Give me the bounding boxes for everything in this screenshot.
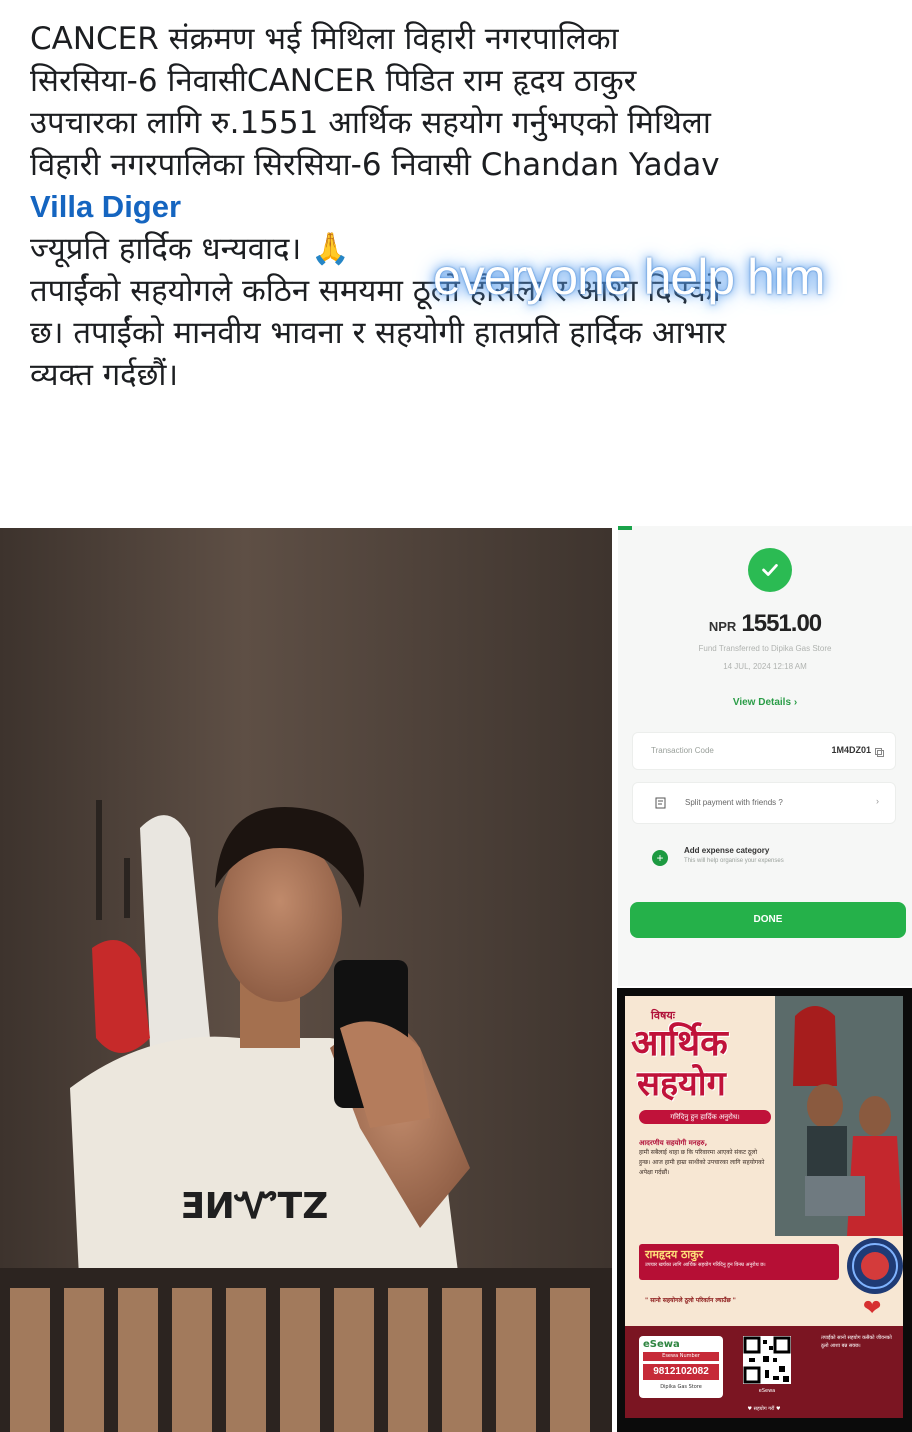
transaction-code-label: Transaction Code (651, 746, 714, 755)
poster-ribbon: गरिदिनु हुन हार्दिक अनुरोध। (639, 1110, 771, 1124)
poster-patient-name: रामहृदय ठाकुर (645, 1248, 704, 1261)
esewa-label: Esewa Number (643, 1352, 719, 1361)
poster-payment-footer: eSewa Esewa Number 9812102082 Dipika Gas… (625, 1326, 903, 1418)
post-line: सिरसिया-6 निवासीCANCER पिडित राम हृदय ठा… (30, 63, 637, 99)
split-payment-row[interactable]: Split payment with friends ? › (632, 782, 896, 824)
chevron-right-icon: › (793, 697, 798, 708)
poster-name-sub: उपचार खर्चका लागि आर्थिक सहयोग गरिदिनु ह… (645, 1262, 766, 1268)
success-check-icon (748, 548, 792, 592)
amount-currency: NPR (708, 619, 737, 634)
poster-body-text: हामी सबैलाई थाहा छ कि परिवारमा आएको संकट… (639, 1149, 765, 1176)
esewa-box: eSewa Esewa Number 9812102082 Dipika Gas… (639, 1336, 723, 1398)
post-text: CANCER संक्रमण भई मिथिला विहारी नगरपालिक… (30, 18, 890, 396)
post-line: CANCER संक्रमण भई मिथिला विहारी नगरपालिक… (30, 21, 619, 57)
add-expense-row[interactable]: + Add expense category This will help or… (632, 834, 894, 878)
view-details-link[interactable]: View Details › (618, 697, 912, 708)
esewa-logo: eSewa (643, 1339, 680, 1350)
poster-body: आदरणीय सहयोगी मनहरु, हामी सबैलाई थाहा छ … (639, 1138, 767, 1178)
post-line: व्यक्त गर्दछौं। (30, 357, 179, 393)
poster-title-line1: आर्थिक (631, 1022, 728, 1064)
selfie-illustration: ƎИᏉTZ (0, 528, 612, 1432)
poster-subject: विषयः (651, 1009, 675, 1022)
view-details-label: View Details (732, 697, 792, 708)
amount-row: NPR 1551.00 (618, 610, 912, 638)
poster-title-line2: सहयोग (637, 1064, 726, 1104)
overlay-caption: everyone help him (433, 249, 826, 305)
transaction-code-value: 1M4DZ01 (831, 745, 871, 755)
amount-value: 1551.00 (741, 610, 822, 637)
poster-side-text: तपाईंको सानो सहयोग कसैको जीवनको ठूलो आशा… (821, 1335, 892, 1349)
transaction-code-card: Transaction Code 1M4DZ01 (632, 732, 896, 770)
post-line: विहारी नगरपालिका सिरसिया-6 निवासी Chanda… (30, 147, 720, 183)
add-icon: + (652, 850, 668, 866)
mention-link[interactable]: Villa Diger (30, 189, 181, 224)
esewa-store: Dipika Gas Store (660, 1384, 702, 1390)
qr-code-icon (743, 1336, 791, 1384)
add-expense-sublabel: This will help organise your expenses (684, 858, 784, 864)
heart-hands-icon: ❤ (863, 1296, 882, 1321)
shirt-print: ƎИᏉTZ (180, 1186, 328, 1227)
selfie-photo[interactable]: ƎИᏉTZ (0, 528, 612, 1432)
done-button[interactable]: DONE (630, 902, 906, 938)
qr-label: eSewa (758, 1388, 776, 1394)
post-line: छ। तपाईंको मानवीय भावना र सहयोगी हातप्रत… (30, 315, 727, 351)
transfer-date: 14 JUL, 2024 12:18 AM (723, 662, 807, 671)
post-line: उपचारका लागि रु.1551 आर्थिक सहयोग गर्नुभ… (30, 105, 711, 141)
poster-content: विषयः आर्थिक सहयोग गरिदिनु हुन हार्दिक अ… (625, 996, 903, 1418)
copy-icon[interactable] (875, 745, 887, 757)
poster-quote: " सानो सहयोगले ठूलो परिवर्तन ल्याउँछ " (645, 1297, 736, 1304)
split-payment-label: Split payment with friends ? (685, 798, 783, 807)
chevron-right-icon: › (876, 796, 879, 806)
receipt-icon (655, 796, 667, 809)
transfer-text: Fund Transferred to Dipika Gas Store (698, 644, 832, 653)
poster-name-bar: रामहृदय ठाकुर उपचार खर्चका लागि आर्थिक स… (639, 1244, 839, 1280)
donation-poster[interactable]: विषयः आर्थिक सहयोग गरिदिनु हुन हार्दिक अ… (617, 988, 912, 1432)
esewa-number: 9812102082 (643, 1364, 719, 1380)
add-expense-label: Add expense category (684, 846, 770, 855)
poster-body-heading: आदरणीय सहयोगी मनहरु, (639, 1139, 708, 1147)
payment-receipt: NPR 1551.00 Fund Transferred to Dipika G… (618, 526, 912, 986)
accent-strip (618, 526, 632, 530)
poster-footer: ♥ सहयोग गरौं ♥ (747, 1406, 781, 1412)
